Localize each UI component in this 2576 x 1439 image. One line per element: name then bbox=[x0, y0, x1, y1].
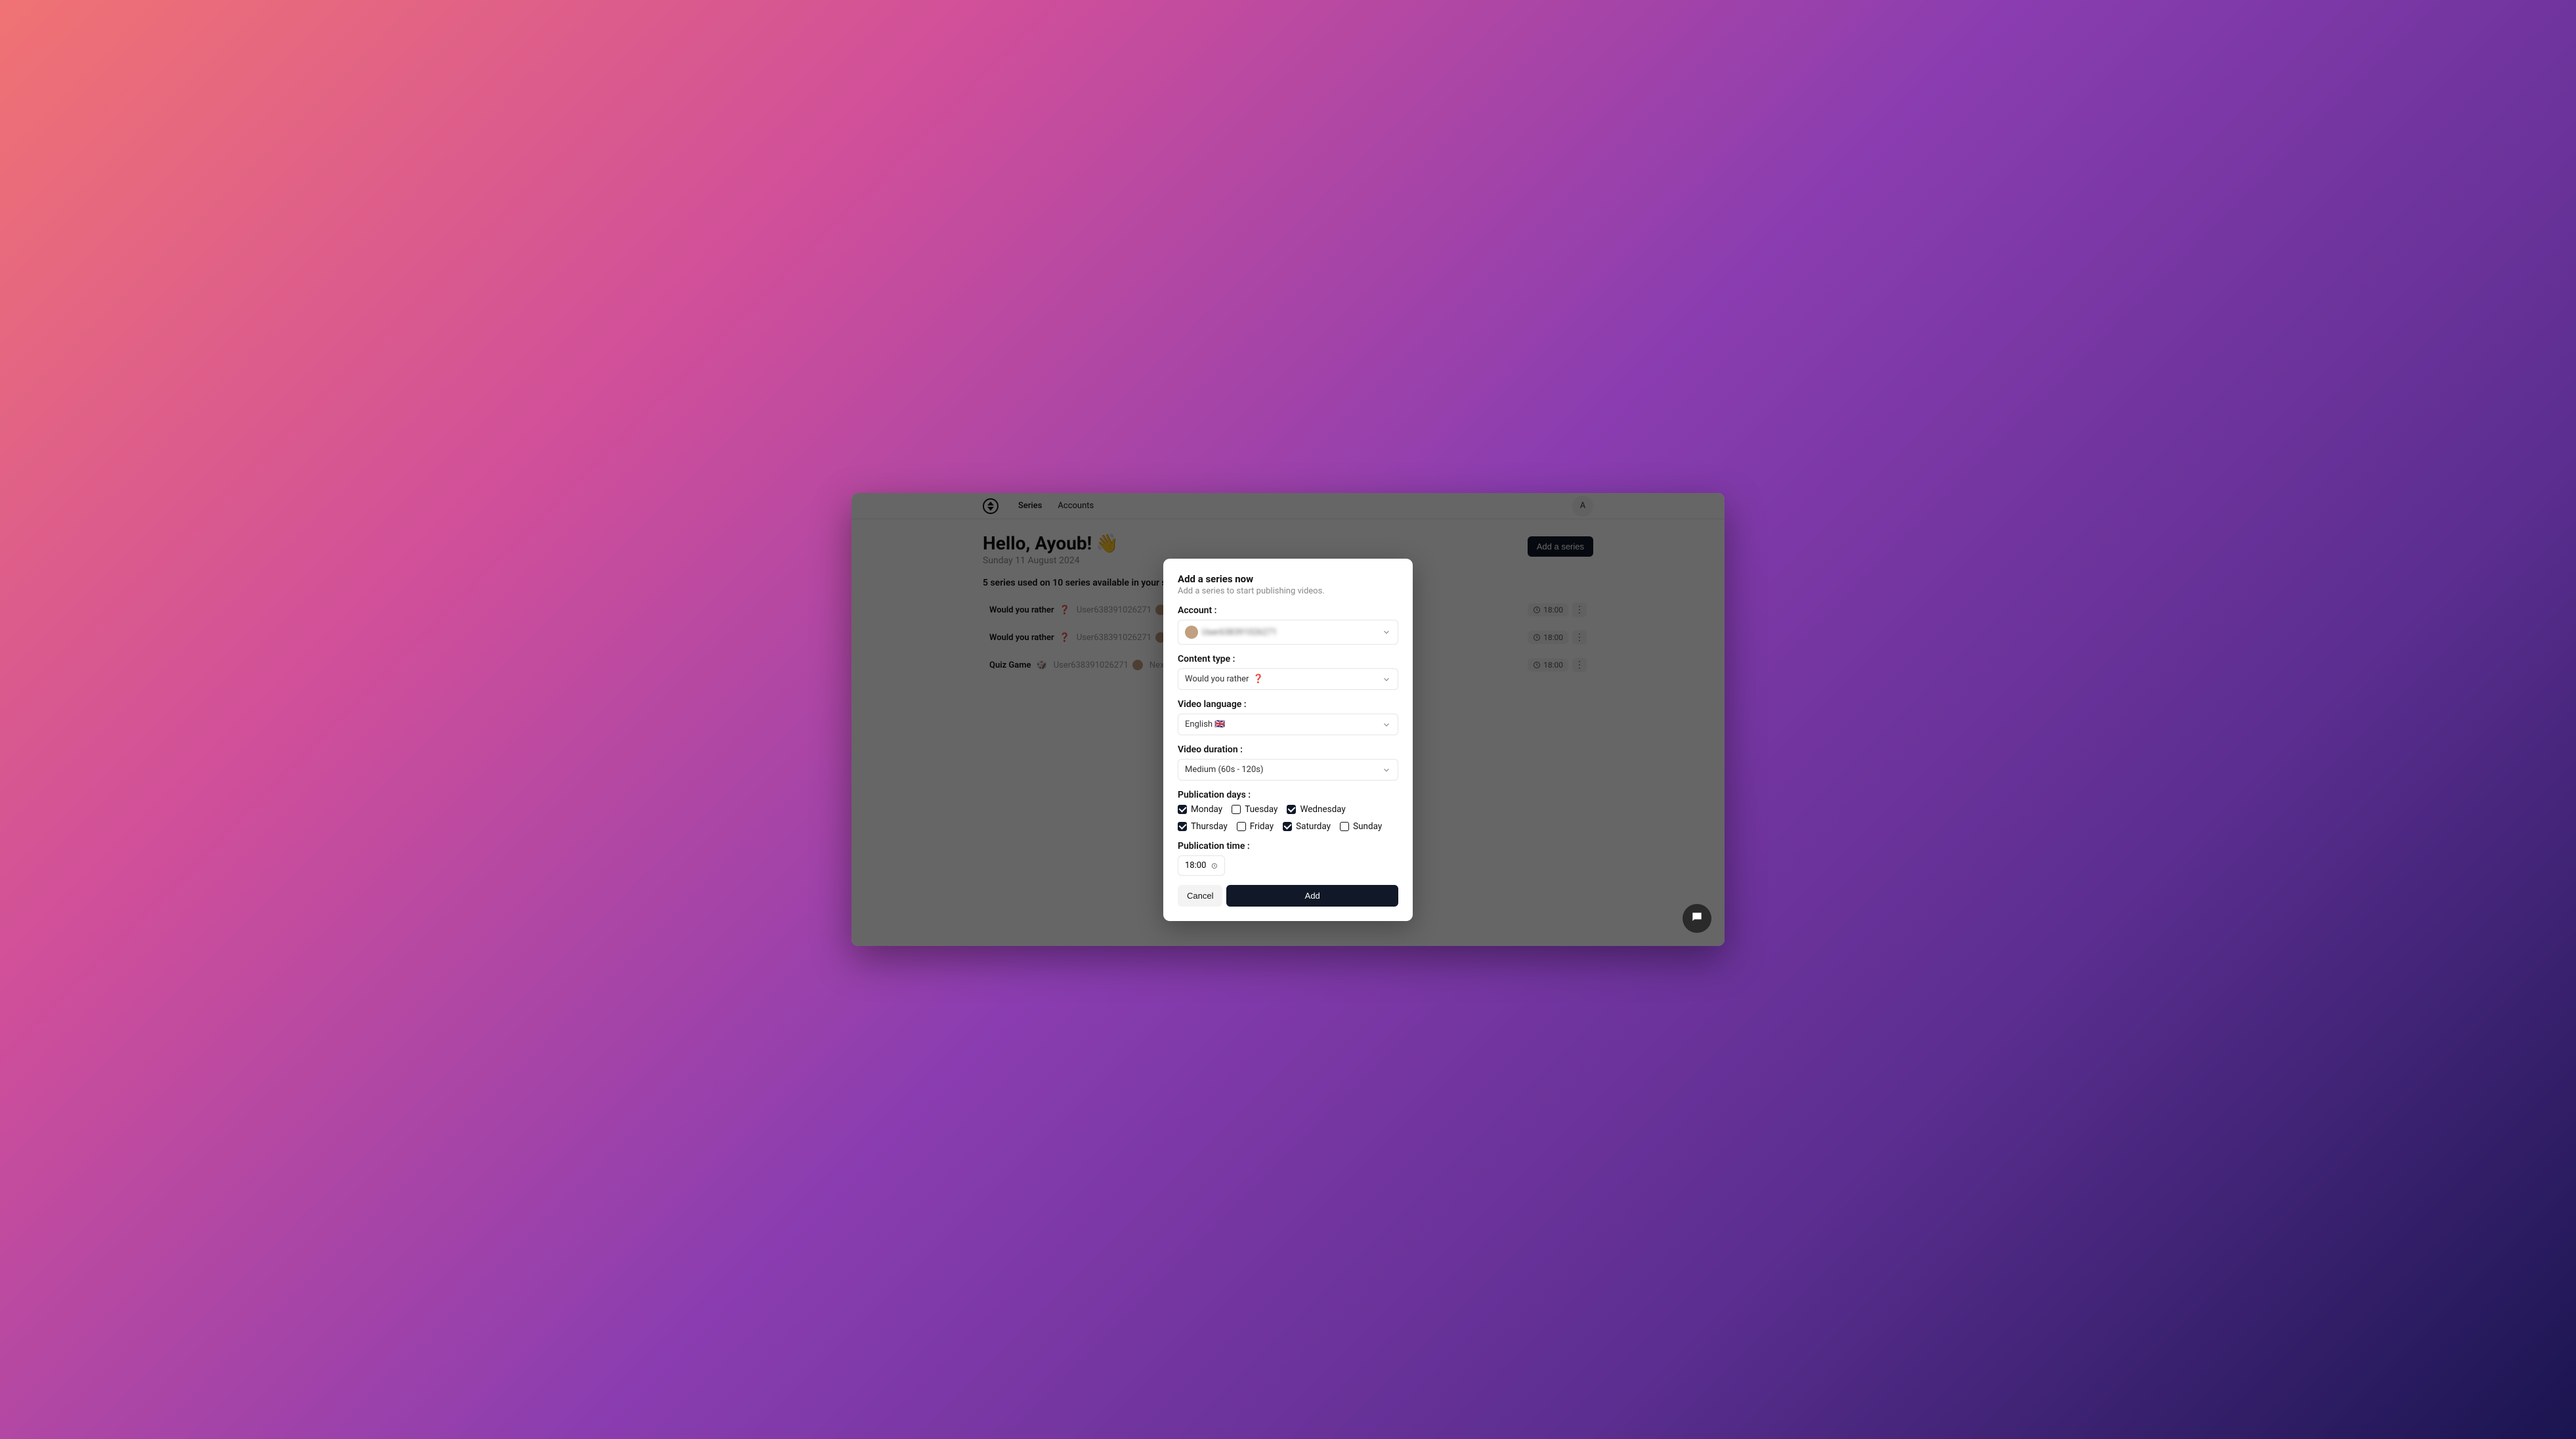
checkbox-friday[interactable] bbox=[1237, 822, 1246, 831]
checkbox-thursday[interactable] bbox=[1178, 822, 1187, 831]
add-button[interactable]: Add bbox=[1226, 885, 1398, 907]
video-language-select[interactable]: English 🇬🇧 bbox=[1178, 714, 1398, 735]
checkbox-tuesday[interactable] bbox=[1232, 805, 1241, 814]
clock-icon bbox=[1211, 862, 1218, 870]
day-sunday[interactable]: Sunday bbox=[1340, 821, 1382, 832]
chat-fab[interactable] bbox=[1683, 904, 1711, 933]
content-type-emoji: ❓ bbox=[1253, 674, 1263, 684]
checkbox-wednesday[interactable] bbox=[1287, 805, 1296, 814]
chevron-down-icon bbox=[1382, 720, 1391, 729]
publication-days-label: Publication days : bbox=[1178, 790, 1398, 800]
video-duration-selected-value: Medium (60s - 120s) bbox=[1185, 765, 1264, 775]
account-selected-value: User638391026271 bbox=[1202, 628, 1277, 637]
cancel-button[interactable]: Cancel bbox=[1178, 885, 1222, 907]
chat-icon bbox=[1690, 911, 1704, 926]
checkbox-monday[interactable] bbox=[1178, 805, 1187, 814]
content-type-selected-value: Would you rather bbox=[1185, 674, 1249, 684]
dialog-title: Add a series now bbox=[1178, 573, 1398, 585]
checkbox-sunday[interactable] bbox=[1340, 822, 1349, 831]
day-friday[interactable]: Friday bbox=[1237, 821, 1274, 832]
day-wednesday[interactable]: Wednesday bbox=[1287, 804, 1345, 815]
account-label: Account : bbox=[1178, 605, 1398, 616]
account-select[interactable]: User638391026271 bbox=[1178, 620, 1398, 645]
app-window: Series Accounts A Hello, Ayoub! 👋 Sunday… bbox=[851, 493, 1725, 946]
dialog-subtitle: Add a series to start publishing videos. bbox=[1178, 586, 1398, 596]
add-series-dialog: Add a series now Add a series to start p… bbox=[1163, 559, 1413, 921]
day-tuesday[interactable]: Tuesday bbox=[1232, 804, 1277, 815]
video-language-selected-value: English 🇬🇧 bbox=[1185, 720, 1225, 729]
checkbox-saturday[interactable] bbox=[1283, 822, 1292, 831]
day-monday[interactable]: Monday bbox=[1178, 804, 1222, 815]
publication-time-input[interactable]: 18:00 bbox=[1178, 855, 1225, 876]
account-avatar-icon bbox=[1185, 626, 1198, 639]
content-type-label: Content type : bbox=[1178, 654, 1398, 664]
chevron-down-icon bbox=[1382, 675, 1391, 684]
modal-overlay[interactable]: Add a series now Add a series to start p… bbox=[851, 493, 1725, 946]
video-duration-select[interactable]: Medium (60s - 120s) bbox=[1178, 759, 1398, 781]
day-saturday[interactable]: Saturday bbox=[1283, 821, 1331, 832]
chevron-down-icon bbox=[1382, 628, 1391, 637]
chevron-down-icon bbox=[1382, 765, 1391, 775]
publication-time-label: Publication time : bbox=[1178, 841, 1398, 851]
video-language-label: Video language : bbox=[1178, 699, 1398, 710]
content-type-select[interactable]: Would you rather ❓ bbox=[1178, 668, 1398, 690]
publication-time-value: 18:00 bbox=[1185, 861, 1206, 870]
publication-days-group: Monday Tuesday Wednesday Thursday bbox=[1178, 804, 1398, 832]
day-thursday[interactable]: Thursday bbox=[1178, 821, 1228, 832]
video-duration-label: Video duration : bbox=[1178, 744, 1398, 755]
